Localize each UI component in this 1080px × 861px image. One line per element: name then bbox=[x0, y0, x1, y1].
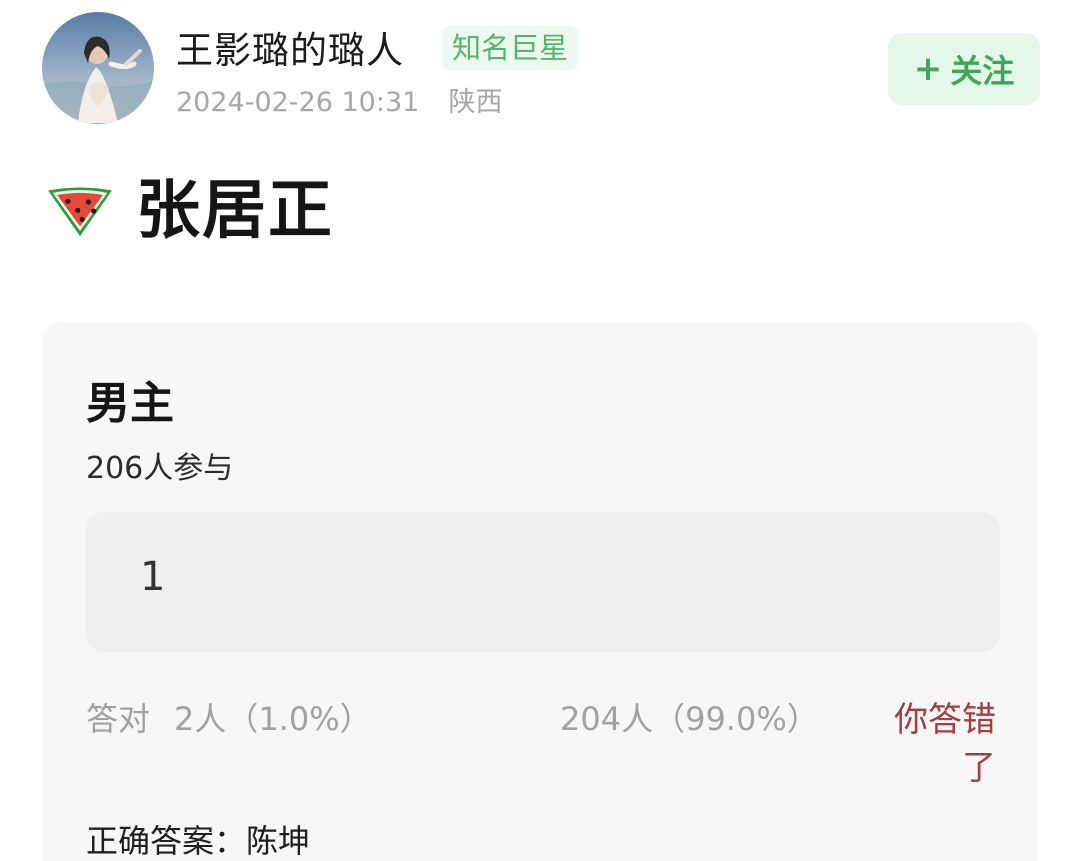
post-title-row: 张居正 bbox=[42, 162, 334, 248]
answer-option[interactable]: 1 bbox=[86, 512, 1000, 652]
quiz-question: 男主 bbox=[86, 378, 174, 429]
follow-label: 关注 bbox=[950, 52, 1015, 90]
correct-count: 2人（1.0%） bbox=[174, 700, 372, 738]
quiz-card: 男主 206人参与 1 答对 2人（1.0%） 204人（99.0%） 你答错了… bbox=[42, 322, 1038, 861]
watermelon-icon bbox=[48, 187, 112, 237]
follow-button[interactable]: + 关注 bbox=[888, 33, 1040, 105]
author-name[interactable]: 王影璐的璐人 bbox=[176, 20, 404, 74]
result-status: 你答错了 bbox=[894, 700, 996, 788]
post-screen: 王影璐的璐人 知名巨星 2024-02-26 10:31 陕西 + 关注 张居正… bbox=[0, 0, 1080, 861]
post-location: 陕西 bbox=[448, 87, 503, 118]
correct-stat: 答对 2人（1.0%） bbox=[86, 694, 372, 740]
post-datetime: 2024-02-26 10:31 bbox=[176, 87, 420, 118]
participant-count: 206人参与 bbox=[86, 451, 234, 486]
portrait-photo bbox=[42, 12, 154, 124]
post-meta: 2024-02-26 10:31 陕西 bbox=[176, 80, 503, 119]
plus-icon: + bbox=[913, 49, 943, 89]
post-title: 张居正 bbox=[136, 174, 334, 248]
wrong-count: 204人（99.0%） bbox=[560, 700, 819, 738]
author-badge: 知名巨星 bbox=[442, 26, 579, 70]
correct-label: 答对 bbox=[86, 700, 151, 738]
author-avatar[interactable] bbox=[42, 12, 154, 124]
answer-value: 1 bbox=[140, 554, 166, 600]
correct-answer: 正确答案：陈坤 bbox=[86, 822, 311, 860]
